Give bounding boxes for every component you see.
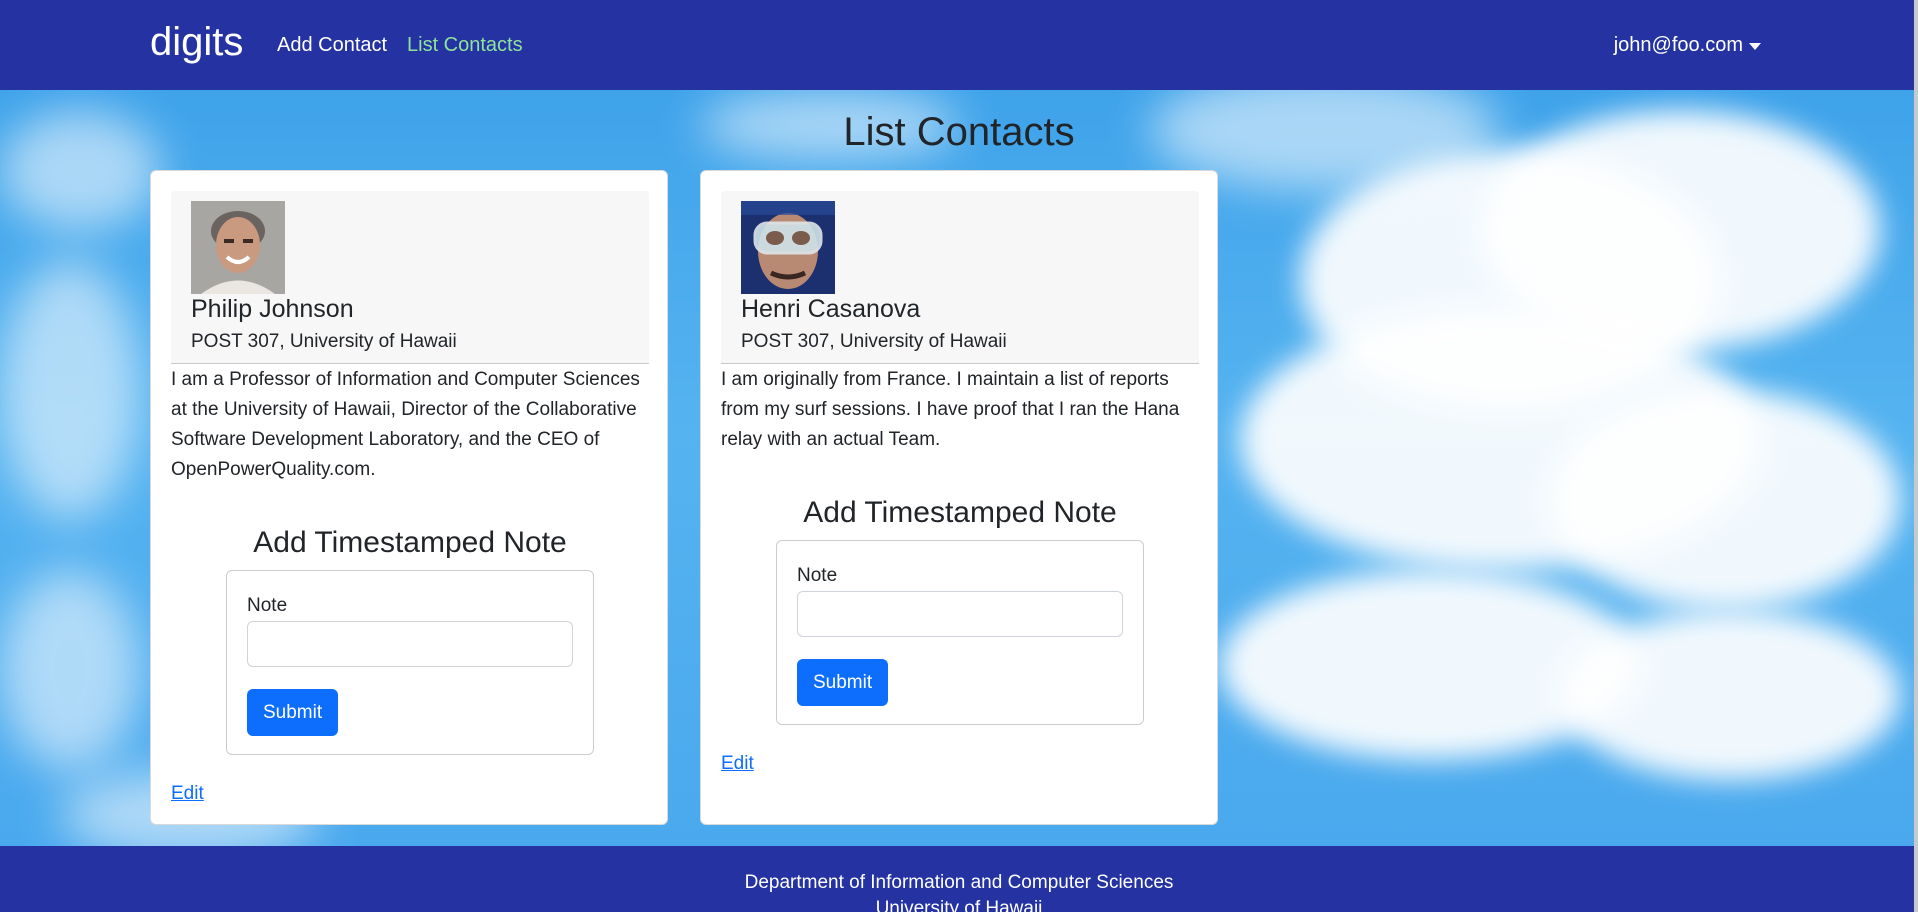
note-form: Note Submit xyxy=(776,540,1144,725)
card-header: Philip Johnson POST 307, University of H… xyxy=(171,191,649,364)
note-form: Note Submit xyxy=(226,570,594,755)
page-title: List Contacts xyxy=(843,110,1075,154)
contact-name: Philip Johnson xyxy=(191,295,354,323)
page-scrollbar[interactable] xyxy=(1914,0,1918,912)
user-dropdown[interactable]: john@foo.com xyxy=(1614,34,1761,57)
chevron-down-icon xyxy=(1749,43,1761,50)
top-navbar: digits Add Contact List Contacts john@fo… xyxy=(0,0,1918,90)
edit-link[interactable]: Edit xyxy=(171,783,204,805)
contact-card: Henri Casanova POST 307, University of H… xyxy=(700,170,1218,825)
note-input[interactable] xyxy=(247,621,573,667)
contact-card: Philip Johnson POST 307, University of H… xyxy=(150,170,668,825)
nav-link-add-contact[interactable]: Add Contact xyxy=(277,34,387,57)
nav-link-list-contacts[interactable]: List Contacts xyxy=(407,34,523,57)
contact-address: POST 307, University of Hawaii xyxy=(191,331,457,352)
contact-description: I am a Professor of Information and Comp… xyxy=(171,369,640,480)
note-form-title: Add Timestamped Note xyxy=(253,526,567,559)
contact-name: Henri Casanova xyxy=(741,295,921,323)
submit-button[interactable]: Submit xyxy=(247,689,339,736)
note-input[interactable] xyxy=(797,591,1123,637)
contact-description: I am originally from France. I maintain … xyxy=(721,369,1180,450)
footer: Department of Information and Computer S… xyxy=(0,846,1918,912)
submit-button[interactable]: Submit xyxy=(797,659,889,706)
contact-address: POST 307, University of Hawaii xyxy=(741,331,1007,352)
avatar xyxy=(741,201,835,294)
edit-link[interactable]: Edit xyxy=(721,753,754,775)
footer-department: Department of Information and Computer S… xyxy=(744,872,1174,893)
footer-university: University of Hawaii xyxy=(875,898,1043,912)
user-email: john@foo.com xyxy=(1613,34,1743,56)
note-label: Note xyxy=(247,595,288,616)
avatar xyxy=(191,201,285,294)
brand-logo[interactable]: digits xyxy=(150,20,243,65)
card-header: Henri Casanova POST 307, University of H… xyxy=(721,191,1199,364)
note-form-title: Add Timestamped Note xyxy=(803,496,1117,529)
note-label: Note xyxy=(797,565,838,586)
